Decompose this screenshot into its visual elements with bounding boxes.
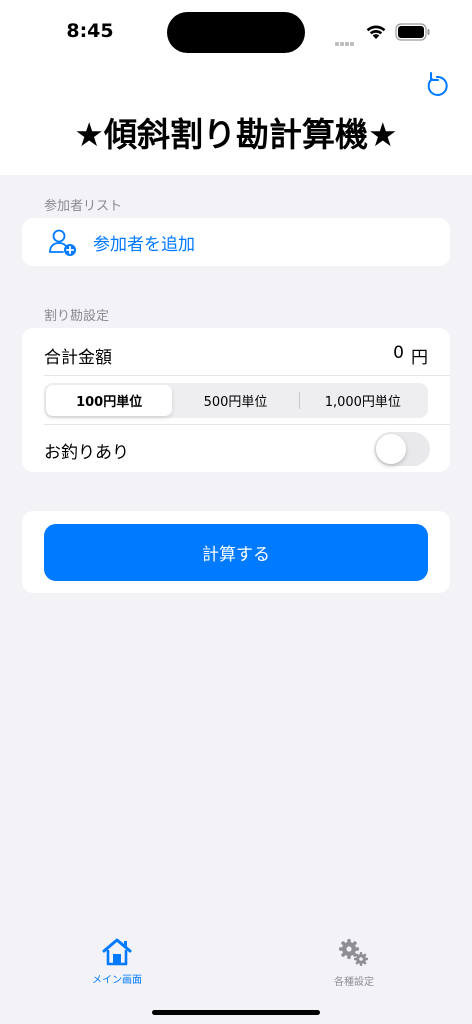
tab-main[interactable]: メイン画面 — [67, 938, 167, 986]
rounding-segmented-control: 100円単位 500円単位 1,000円単位 — [44, 383, 428, 418]
reset-button[interactable] — [424, 70, 450, 102]
add-participant-label: 参加者を追加 — [93, 235, 195, 255]
total-amount-label: 合計金額 — [44, 348, 112, 368]
person-add-icon — [48, 228, 78, 260]
total-amount-unit: 円 — [411, 348, 428, 368]
rounding-option-1000[interactable]: 1,000円単位 — [300, 385, 426, 416]
tab-main-label: メイン画面 — [92, 975, 142, 986]
settings-section-title: 割り勘設定 — [44, 309, 110, 324]
change-toggle[interactable] — [374, 432, 430, 466]
participants-section-title: 参加者リスト — [44, 199, 123, 214]
tab-settings[interactable]: 各種設定 — [304, 938, 404, 988]
toggle-knob — [376, 434, 406, 464]
calculate-button[interactable]: 計算する — [44, 524, 428, 581]
page-title: ★傾斜割り勘計算機★ — [74, 115, 398, 154]
cellular-signal-icon — [335, 27, 355, 46]
add-participant-button[interactable]: 参加者を追加 — [22, 218, 450, 266]
total-amount-field[interactable]: 0 — [393, 343, 404, 363]
settings-card: 合計金額 0 円 100円単位 500円単位 1,000円単位 お釣りあり — [22, 328, 450, 472]
divider — [44, 424, 450, 425]
status-time: 8:45 — [66, 20, 114, 42]
rounding-option-500[interactable]: 500円単位 — [172, 385, 298, 416]
calculate-card: 計算する — [22, 511, 450, 593]
house-icon — [67, 938, 167, 970]
rounding-option-100[interactable]: 100円単位 — [46, 385, 173, 416]
change-label: お釣りあり — [44, 443, 129, 463]
divider — [44, 375, 450, 376]
dynamic-island — [167, 12, 305, 53]
refresh-icon — [427, 72, 448, 96]
gears-icon — [304, 938, 404, 972]
battery-icon — [395, 23, 431, 45]
tab-settings-label: 各種設定 — [334, 977, 374, 988]
wifi-icon — [364, 22, 388, 44]
home-indicator — [152, 1010, 320, 1015]
